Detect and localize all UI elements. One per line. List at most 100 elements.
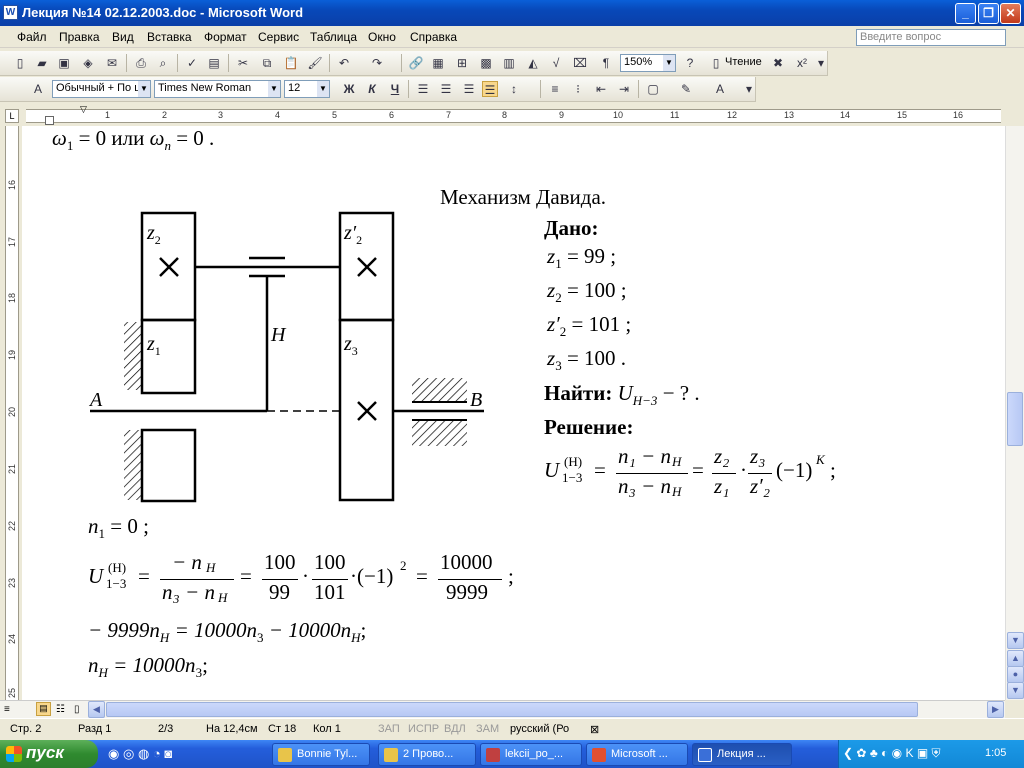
menu-view[interactable]: Вид — [112, 30, 134, 44]
numbering-icon[interactable]: ≡ — [547, 81, 563, 97]
underline-button[interactable]: Ч — [387, 81, 403, 97]
quick-launch-icon[interactable]: ◎ — [123, 746, 134, 761]
permission-icon[interactable]: ◈ — [80, 55, 96, 71]
status-overtype[interactable]: ЗАМ — [476, 723, 499, 735]
menu-table[interactable]: Таблица — [310, 30, 357, 44]
format-painter-icon[interactable]: 🖌 — [307, 55, 323, 71]
chevron-down-icon[interactable]: ▼ — [663, 55, 675, 71]
research-icon[interactable]: ▤ — [206, 55, 222, 71]
status-track-changes[interactable]: ИСПР — [408, 723, 439, 735]
scroll-thumb[interactable] — [1007, 392, 1023, 446]
tray-icon[interactable]: ◐ — [881, 746, 888, 760]
tray-icon[interactable]: ♣ — [870, 746, 878, 760]
font-size-select[interactable]: 12 ▼ — [284, 80, 330, 98]
first-line-indent-marker[interactable]: ▽ — [80, 104, 87, 115]
reading-view-icon[interactable]: ▯ — [74, 704, 80, 715]
email-icon[interactable]: ✉ — [104, 55, 120, 71]
hyperlink-icon[interactable]: 🔗 — [408, 55, 424, 71]
taskbar-item[interactable]: Microsoft ... — [586, 743, 688, 766]
italic-button[interactable]: К — [364, 81, 380, 97]
help-search-input[interactable]: Введите вопрос — [856, 29, 1006, 46]
insert-excel-icon[interactable]: ▩ — [478, 55, 494, 71]
menu-window[interactable]: Окно — [368, 30, 396, 44]
style-select[interactable]: Обычный + По ц ▼ — [52, 80, 151, 98]
ruler-band[interactable] — [26, 109, 1001, 123]
taskbar-item-active[interactable]: Лекция ... — [692, 743, 792, 766]
open-folder-icon[interactable]: ▰ — [34, 55, 50, 71]
quick-launch-icon[interactable]: ◔ — [153, 746, 161, 761]
read-icon[interactable]: ▯ — [708, 55, 724, 71]
spelling-status-icon[interactable]: ⊠ — [590, 723, 599, 736]
align-center-icon[interactable]: ☰ — [438, 81, 454, 97]
font-color-icon[interactable]: A — [712, 81, 728, 97]
chevron-down-icon[interactable]: ▼ — [317, 81, 329, 97]
left-indent-marker[interactable] — [45, 116, 54, 125]
align-left-icon[interactable]: ☰ — [415, 81, 431, 97]
menu-help[interactable]: Справка — [410, 30, 457, 44]
scroll-left-icon[interactable]: ◀ — [88, 701, 105, 718]
menu-tools[interactable]: Сервис — [258, 30, 299, 44]
cut-icon[interactable]: ✂ — [235, 55, 251, 71]
print-icon[interactable]: ⎙ — [133, 55, 149, 71]
chevron-down-icon[interactable]: ▼ — [138, 81, 150, 97]
columns-icon[interactable]: ▥ — [501, 55, 517, 71]
firefox-icon[interactable]: ◉ — [108, 746, 119, 761]
font-select[interactable]: Times New Roman ▼ — [154, 80, 281, 98]
superscript-icon[interactable]: x² — [794, 55, 810, 71]
tab-selector[interactable]: L — [5, 109, 19, 123]
copy-icon[interactable]: ⧉ — [259, 55, 275, 71]
scroll-down-icon[interactable]: ▼ — [1007, 632, 1024, 649]
drawing-icon[interactable]: ◭ — [525, 55, 541, 71]
equation-icon[interactable]: √ — [548, 55, 564, 71]
tray-icon[interactable]: ◉ — [892, 746, 902, 760]
decrease-indent-icon[interactable]: ⇤ — [593, 81, 609, 97]
status-record[interactable]: ЗАП — [378, 723, 400, 735]
tray-expand-icon[interactable]: ❮ — [843, 746, 853, 760]
menu-edit[interactable]: Правка — [59, 30, 100, 44]
show-hide-marks-icon[interactable]: ¶ — [598, 55, 614, 71]
taskbar-item[interactable]: 2 Прово... — [378, 743, 476, 766]
status-extend[interactable]: ВДЛ — [444, 723, 466, 735]
insert-table-icon[interactable]: ⊞ — [454, 55, 470, 71]
read-button[interactable]: Чтение — [725, 56, 762, 68]
quick-launch-icon[interactable]: ◙ — [164, 746, 172, 761]
bold-button[interactable]: Ж — [341, 81, 357, 97]
vertical-scrollbar[interactable]: ▼ ▲ ● ▼ — [1005, 126, 1024, 700]
increase-indent-icon[interactable]: ⇥ — [616, 81, 632, 97]
taskbar-item[interactable]: Bonnie Tyl... — [272, 743, 370, 766]
close-x-icon[interactable]: ✖ — [770, 55, 786, 71]
save-icon[interactable]: ▣ — [56, 55, 72, 71]
print-layout-icon[interactable]: ▤ — [36, 702, 51, 716]
tables-borders-icon[interactable]: ▦ — [430, 55, 446, 71]
menu-file[interactable]: Файл — [17, 30, 47, 44]
zoom-select[interactable]: 150% ▼ — [620, 54, 676, 72]
align-right-icon[interactable]: ☰ — [461, 81, 477, 97]
redo-icon[interactable]: ↷ — [369, 55, 385, 71]
scroll-right-icon[interactable]: ▶ — [987, 701, 1004, 718]
justify-icon[interactable]: ☰ — [482, 81, 498, 97]
tray-icon[interactable]: K — [905, 746, 913, 760]
outline-view-icon[interactable]: ☷ — [56, 704, 65, 715]
menu-format[interactable]: Формат — [204, 30, 247, 44]
highlight-icon[interactable]: ✎ — [678, 81, 694, 97]
line-spacing-icon[interactable]: ↕ — [506, 81, 522, 97]
maximize-button[interactable]: ❐ — [978, 3, 999, 24]
toolbar-options-icon[interactable]: ▾ — [816, 55, 826, 71]
quick-launch-icon[interactable]: ◍ — [138, 746, 149, 761]
spelling-icon[interactable]: ✓ — [184, 55, 200, 71]
document-map-icon[interactable]: ⌧ — [572, 55, 588, 71]
tray-icon[interactable]: ✿ — [856, 746, 866, 760]
minimize-button[interactable]: _ — [955, 3, 976, 24]
styles-icon[interactable]: A — [30, 81, 46, 97]
paste-icon[interactable]: 📋 — [283, 55, 299, 71]
undo-icon[interactable]: ↶ — [336, 55, 352, 71]
normal-view-icon[interactable]: ≡ — [4, 704, 10, 715]
browse-object-icon[interactable]: ● — [1007, 666, 1024, 683]
tray-icon[interactable]: ▣ — [917, 746, 928, 760]
taskbar-item[interactable]: lekcii_po_... — [480, 743, 582, 766]
shield-icon[interactable]: ⛨ — [932, 746, 941, 760]
horizontal-scroll-thumb[interactable] — [106, 702, 918, 717]
previous-page-icon[interactable]: ▲ — [1007, 650, 1024, 667]
bullets-icon[interactable]: ⁝ — [570, 81, 586, 97]
borders-icon[interactable]: ▢ — [645, 81, 661, 97]
